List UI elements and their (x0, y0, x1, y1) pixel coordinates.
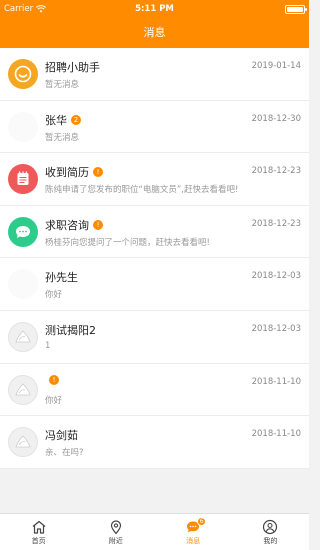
message-preview: 陈纯申请了您发布的职位“电脑文员”,赶快去看看吧! (45, 185, 239, 196)
page-title: 消息 (0, 18, 309, 48)
message-preview: 暂无消息 (45, 132, 80, 143)
message-date: 2018-11-10 (251, 376, 301, 387)
tab-label: 首页 (31, 536, 46, 545)
alert-badge: ! (93, 167, 103, 178)
message-date: 2018-12-03 (251, 271, 301, 282)
notepad-icon (8, 164, 38, 195)
avatar (8, 269, 38, 300)
sender-name: 求职咨询! (45, 217, 103, 233)
placeholder-avatar-icon (8, 321, 38, 352)
list-item[interactable]: 测试揭阳2 1 2018-12-03 (0, 311, 309, 364)
list-item[interactable]: 张华 2 暂无消息 2018-12-30 (0, 101, 309, 154)
sender-name: 收到简历! (45, 164, 103, 180)
sender-name: 招聘小助手 (45, 61, 100, 74)
list-item[interactable]: 冯剑茹 亲、在吗? 2018-11-10 (0, 416, 309, 469)
message-preview: 杨桂芬向您提问了一个问题，赶快去看看吧! (45, 237, 210, 248)
tab-nearby[interactable]: 附近 (77, 514, 154, 550)
tab-label: 消息 (186, 536, 201, 545)
message-preview: 暂无消息 (45, 80, 80, 90)
message-list: 招聘小助手 暂无消息 2019-01-14 张华 2 暂无消息 2018-12-3… (0, 48, 309, 469)
list-item[interactable]: ! 你好 2018-11-10 (0, 364, 309, 417)
sender-name: 冯剑茹 (45, 429, 78, 443)
message-date: 2018-12-03 (251, 323, 301, 334)
message-date: 2018-12-23 (251, 166, 301, 177)
battery-icon (285, 5, 307, 14)
message-date: 2018-11-10 (251, 429, 301, 440)
user-icon (263, 519, 278, 534)
status-bar: Carrier 5:11 PM (0, 0, 309, 18)
sender-name: ! (45, 374, 59, 385)
message-preview: 你好 (45, 395, 63, 406)
placeholder-avatar-icon (8, 374, 38, 405)
sender-name: 张华 2 (45, 112, 81, 128)
list-item[interactable]: 收到简历! 陈纯申请了您发布的职位“电脑文员”,赶快去看看吧! 2018-12-… (0, 153, 309, 206)
status-time: 5:11 PM (135, 4, 174, 14)
home-icon (32, 520, 46, 534)
sender-name: 孙先生 (45, 271, 78, 285)
smile-icon (8, 59, 38, 89)
sender-name: 测试揭阳2 (45, 323, 96, 337)
tab-bar: 首页 附近 6 消息 我的 (0, 513, 309, 550)
list-item[interactable]: 求职咨询! 杨桂芬向您提问了一个问题，赶快去看看吧! 2018-12-23 (0, 206, 309, 259)
alert-badge: ! (49, 374, 59, 385)
tab-label: 我的 (263, 536, 278, 545)
list-item[interactable]: 招聘小助手 暂无消息 2019-01-14 (0, 48, 309, 101)
message-preview: 你好 (45, 290, 63, 301)
chat-bubble-icon (8, 216, 38, 247)
unread-badge: 2 (71, 114, 81, 125)
message-preview: 亲、在吗? (45, 448, 84, 459)
message-date: 2019-01-14 (251, 61, 301, 71)
tab-badge: 6 (197, 517, 207, 526)
message-preview: 1 (45, 340, 51, 351)
placeholder-avatar-icon (8, 427, 38, 458)
message-date: 2018-12-30 (251, 113, 301, 124)
message-date: 2018-12-23 (251, 218, 301, 229)
tab-mine[interactable]: 我的 (232, 514, 309, 550)
list-item[interactable]: 孙先生 你好 2018-12-03 (0, 258, 309, 311)
avatar (8, 111, 38, 142)
location-pin-icon (110, 519, 121, 534)
tab-home[interactable]: 首页 (0, 514, 77, 550)
alert-badge: ! (93, 219, 103, 230)
tab-label: 附近 (108, 536, 123, 545)
tab-messages[interactable]: 6 消息 (155, 514, 232, 550)
